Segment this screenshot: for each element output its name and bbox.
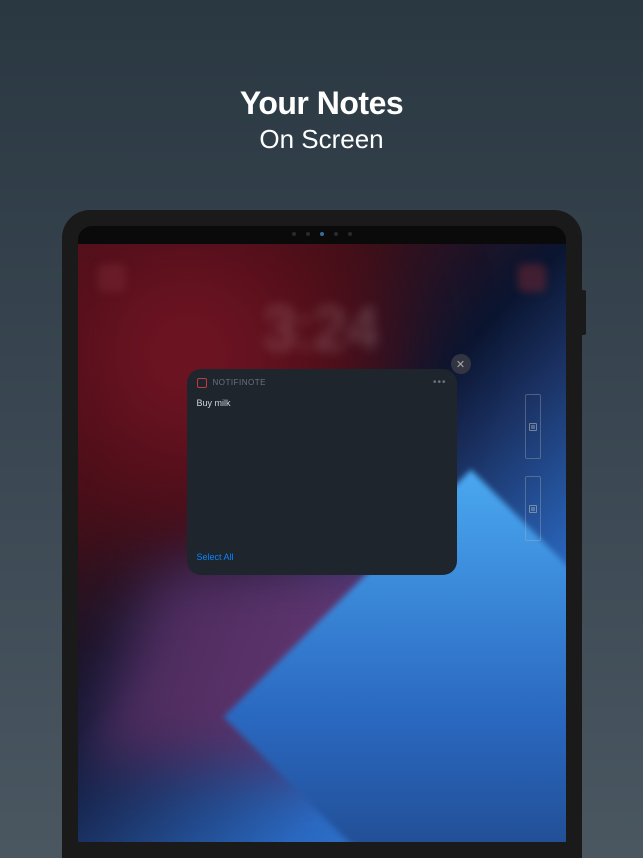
status-dot — [334, 232, 338, 236]
hero-section: Your Notes On Screen — [0, 0, 643, 155]
side-control-up[interactable] — [525, 394, 541, 459]
power-button — [582, 290, 586, 335]
app-name-label: NOTIFINOTE — [213, 378, 266, 387]
status-dot-active — [320, 232, 324, 236]
tablet-screen: 3:24 ✕ NOTIFINOTE ••• Buy milk Sele — [78, 244, 566, 842]
status-dot — [292, 232, 296, 236]
app-icon-right — [518, 264, 546, 292]
note-content: Buy milk — [197, 398, 447, 408]
status-dot — [306, 232, 310, 236]
close-icon: ✕ — [456, 358, 465, 371]
app-icon — [197, 378, 207, 388]
widget-header-left: NOTIFINOTE — [197, 378, 266, 388]
hero-subtitle: On Screen — [0, 124, 643, 155]
side-controls — [525, 394, 541, 541]
status-dot — [348, 232, 352, 236]
side-control-down[interactable] — [525, 476, 541, 541]
arrow-up-icon — [529, 423, 537, 431]
select-all-button[interactable]: Select All — [197, 552, 234, 562]
tablet-frame: 3:24 ✕ NOTIFINOTE ••• Buy milk Sele — [62, 210, 582, 858]
more-icon[interactable]: ••• — [433, 377, 447, 388]
app-icon-left — [98, 264, 126, 292]
widget-header: NOTIFINOTE ••• — [187, 369, 457, 394]
hero-title: Your Notes — [0, 85, 643, 122]
tablet-bezel: 3:24 ✕ NOTIFINOTE ••• Buy milk Sele — [78, 226, 566, 842]
widget-footer: Select All — [187, 539, 457, 575]
status-indicators — [292, 232, 352, 236]
widget-body: Buy milk — [187, 394, 457, 539]
lockscreen-clock: 3:24 — [263, 294, 380, 363]
arrow-down-icon — [529, 505, 537, 513]
notification-widget[interactable]: NOTIFINOTE ••• Buy milk Select All — [187, 369, 457, 575]
close-button[interactable]: ✕ — [451, 354, 471, 374]
